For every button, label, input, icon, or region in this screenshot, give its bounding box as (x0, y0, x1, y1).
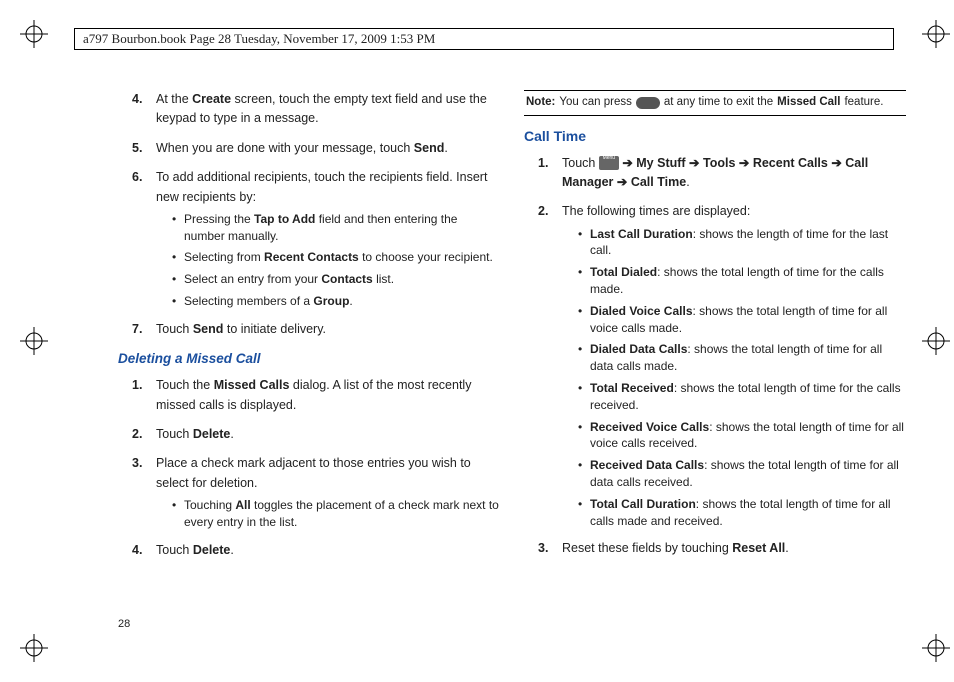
step-item: 4.Touch Delete. (138, 541, 500, 560)
crop-mark-icon (920, 18, 952, 50)
note-text: You can press (559, 94, 631, 112)
bullet-item: Selecting members of a Group. (172, 293, 500, 310)
bullet-item: Received Data Calls: shows the total len… (578, 457, 906, 491)
step-list: 4.At the Create screen, touch the empty … (138, 90, 500, 339)
bullet-item: Select an entry from your Contacts list. (172, 271, 500, 288)
step-list: 1.Touch ➔ My Stuff ➔ Tools ➔ Recent Call… (544, 154, 906, 559)
note-label: Note: (526, 94, 555, 112)
step-item: 2.Touch Delete. (138, 425, 500, 444)
step-item: 3.Reset these fields by touching Reset A… (544, 539, 906, 558)
crop-mark-icon (18, 325, 50, 357)
note-box: Note: You can press at any time to exit … (524, 90, 906, 116)
bullet-item: Dialed Data Calls: shows the total lengt… (578, 341, 906, 375)
step-item: 2.The following times are displayed:Last… (544, 202, 906, 529)
step-item: 3.Place a check mark adjacent to those e… (138, 454, 500, 530)
step-item: 6.To add additional recipients, touch th… (138, 168, 500, 310)
page-header: a797 Bourbon.book Page 28 Tuesday, Novem… (74, 28, 894, 50)
step-list: 1.Touch the Missed Calls dialog. A list … (138, 376, 500, 560)
note-text: feature. (844, 94, 883, 112)
note-bold: Missed Call (777, 94, 840, 112)
step-item: 4.At the Create screen, touch the empty … (138, 90, 500, 129)
crop-mark-icon (18, 632, 50, 664)
section-title-calltime: Call Time (524, 126, 906, 148)
step-item: 5.When you are done with your message, t… (138, 139, 500, 158)
right-column: Note: You can press at any time to exit … (524, 90, 906, 632)
bullet-item: Selecting from Recent Contacts to choose… (172, 249, 500, 266)
bullet-item: Total Dialed: shows the total length of … (578, 264, 906, 298)
bullet-item: Dialed Voice Calls: shows the total leng… (578, 303, 906, 337)
bullet-list: Pressing the Tap to Add field and then e… (172, 211, 500, 310)
bullet-list: Touching All toggles the placement of a … (172, 497, 500, 531)
bullet-item: Total Call Duration: shows the total len… (578, 496, 906, 530)
left-column: 4.At the Create screen, touch the empty … (118, 90, 500, 632)
bullet-item: Last Call Duration: shows the length of … (578, 226, 906, 260)
step-item: 1.Touch the Missed Calls dialog. A list … (138, 376, 500, 415)
step-item: 7.Touch Send to initiate delivery. (138, 320, 500, 339)
page-content: 4.At the Create screen, touch the empty … (118, 90, 906, 632)
page-number: 28 (118, 618, 130, 630)
note-text: at any time to exit the (664, 94, 773, 112)
step-item: 1.Touch ➔ My Stuff ➔ Tools ➔ Recent Call… (544, 154, 906, 193)
bullet-item: Received Voice Calls: shows the total le… (578, 419, 906, 453)
crop-mark-icon (18, 18, 50, 50)
bullet-item: Total Received: shows the total length o… (578, 380, 906, 414)
crop-mark-icon (920, 325, 952, 357)
end-key-icon (636, 97, 660, 109)
crop-mark-icon (920, 632, 952, 664)
bullet-item: Touching All toggles the placement of a … (172, 497, 500, 531)
menu-key-icon (599, 156, 619, 170)
bullet-item: Pressing the Tap to Add field and then e… (172, 211, 500, 245)
bullet-list: Last Call Duration: shows the length of … (578, 226, 906, 530)
section-title-deleting: Deleting a Missed Call (118, 349, 500, 370)
